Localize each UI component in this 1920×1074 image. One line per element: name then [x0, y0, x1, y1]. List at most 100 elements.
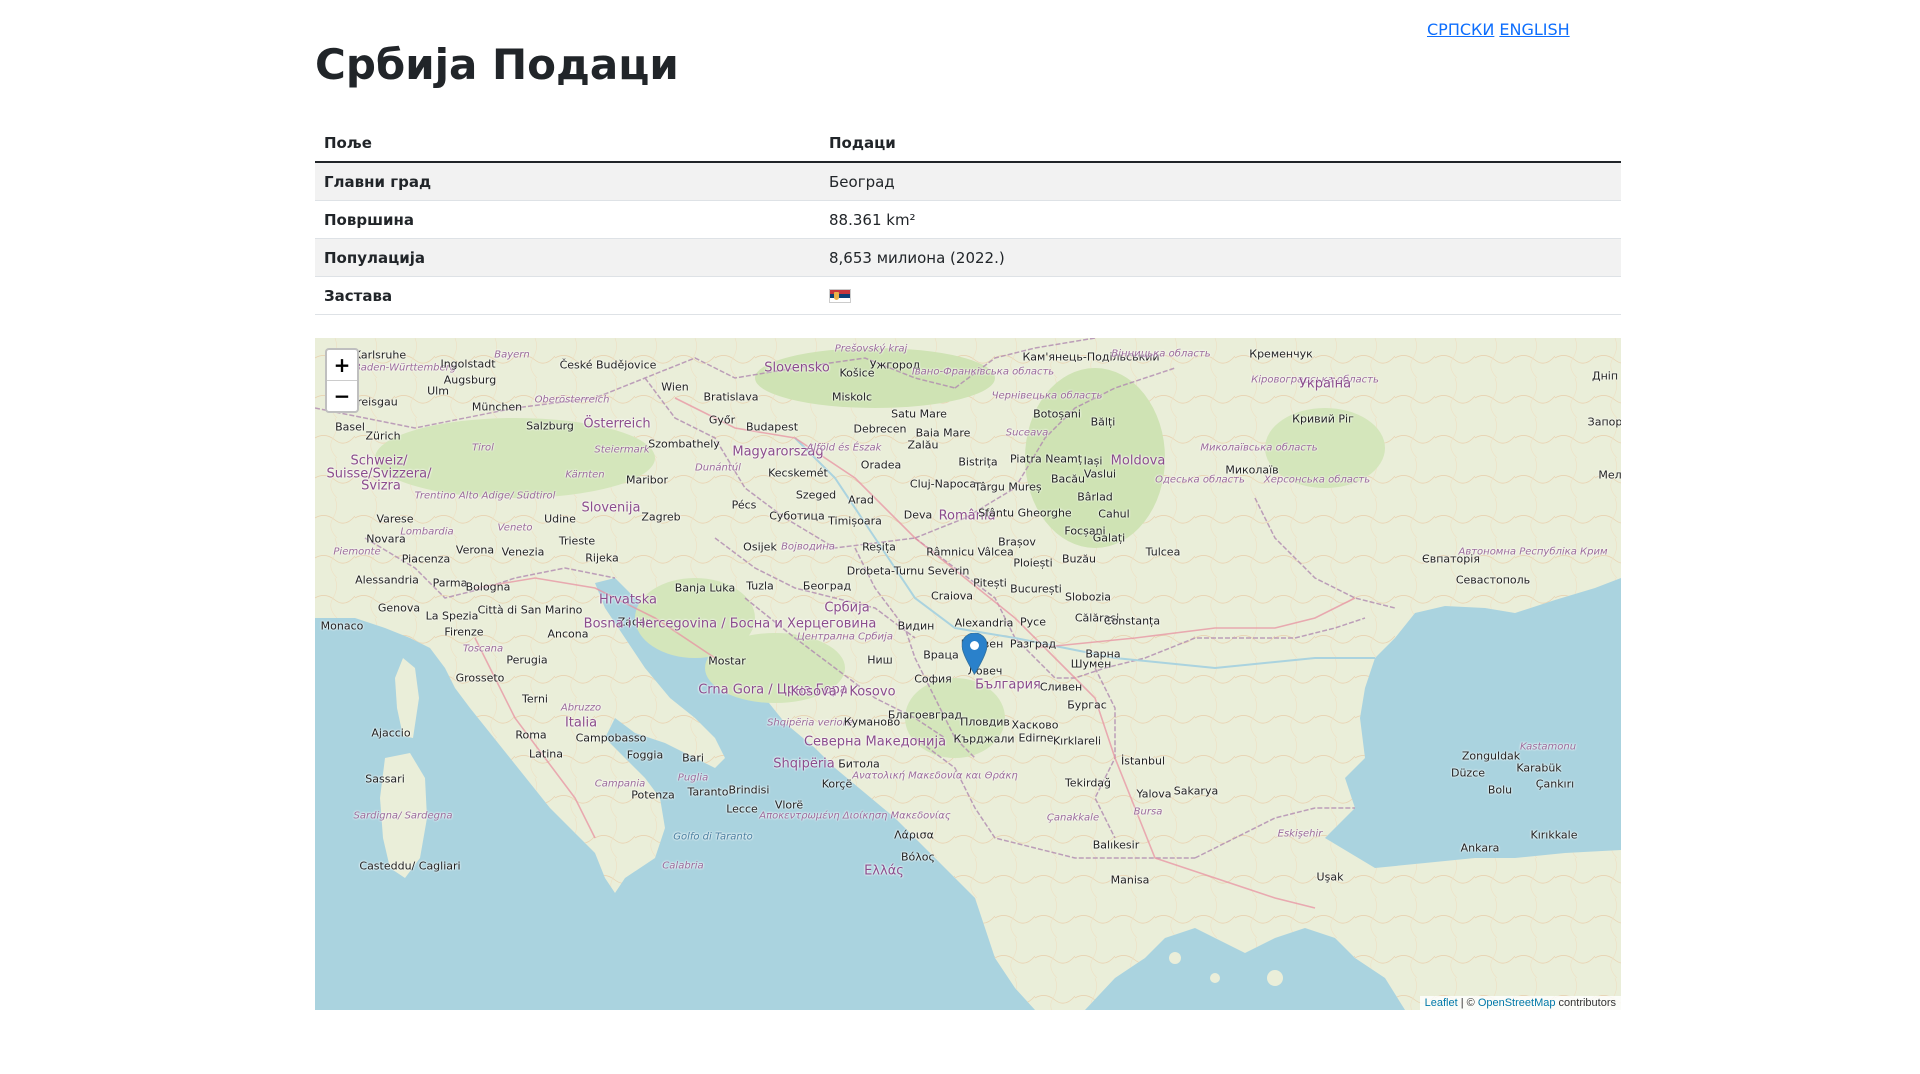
- map-label: Suceava: [1005, 427, 1049, 439]
- map-label: Kastamonu: [1519, 741, 1577, 753]
- map-label: Szeged: [795, 488, 837, 502]
- map-label: Latina: [529, 747, 563, 761]
- map-label: Враца: [923, 648, 959, 662]
- map-label: Івано-Франківська область: [911, 366, 1055, 378]
- map-label: Куманово: [843, 715, 901, 729]
- row-field-flag: Застава: [315, 276, 820, 315]
- map-label: Cluj-Napoca: [909, 477, 977, 491]
- map-label: Zalău: [907, 438, 939, 452]
- map-label: Novara: [366, 532, 406, 546]
- row-value-flag: [820, 276, 1621, 315]
- map-label: Foggia: [626, 748, 664, 762]
- lang-serbian-link[interactable]: СРПСКИ: [1427, 20, 1494, 39]
- map-label: Bari: [682, 751, 704, 765]
- map-label: Udine: [544, 512, 576, 526]
- map-label: Битола: [838, 757, 880, 771]
- header-data: Подаци: [820, 125, 1621, 163]
- map-label: Slovensko: [764, 360, 830, 376]
- map-label: Österreich: [583, 416, 651, 432]
- map-label: Mostar: [708, 654, 746, 668]
- map-label: Zürich: [365, 429, 401, 443]
- map-label: Karabük: [1516, 761, 1562, 775]
- map-label: Tekirdağ: [1064, 776, 1112, 790]
- map-label: Sakarya: [1173, 784, 1219, 798]
- map[interactable]: Karlsruhe Baden-Württemberg Ingolstadt B…: [315, 338, 1621, 1010]
- map-label: Lecce: [726, 802, 758, 816]
- map-label: България: [975, 677, 1041, 693]
- map-label: Bosna i Hercegovina / Босна и Херцеговин…: [583, 616, 877, 632]
- map-label: Євпаторія: [1422, 552, 1480, 566]
- map-label: Чернівецька область: [991, 390, 1103, 402]
- map-label: Ancona: [547, 627, 589, 641]
- map-label: Kırklareli: [1052, 734, 1102, 748]
- map-label: Banja Luka: [674, 581, 736, 595]
- map-label: Централна Србија: [797, 631, 893, 643]
- map-label: Constanța: [1103, 614, 1161, 628]
- map-label: Steiermark: [594, 444, 650, 456]
- row-value-capital: Београд: [820, 162, 1621, 201]
- map-label: Ingolstadt: [440, 357, 496, 371]
- map-label: Timișoara: [828, 514, 882, 528]
- map-label: Kecskemét: [768, 466, 828, 480]
- map-label: Alessandria: [355, 573, 419, 587]
- table-row: Застава: [315, 276, 1621, 315]
- map-label: Düzce: [1450, 766, 1486, 780]
- table-row: Површина 88.361 km²: [315, 200, 1621, 239]
- map-label: Yalova: [1136, 787, 1172, 801]
- map-label: Ελλάς: [864, 863, 904, 879]
- map-label: La Spezia: [425, 609, 479, 623]
- map-label: Одеська область: [1155, 474, 1245, 486]
- map-label: Автономна Республіка Крим: [1458, 546, 1608, 558]
- map-label: Veneto: [497, 522, 533, 534]
- map-label: Moldova: [1110, 453, 1166, 469]
- map-label: Вінницька область: [1111, 348, 1211, 360]
- map-label: Bolu: [1487, 783, 1513, 797]
- map-label: München: [471, 400, 523, 414]
- osm-link[interactable]: OpenStreetMap: [1478, 997, 1556, 1009]
- header-field: Поље: [315, 125, 820, 163]
- lang-english-link[interactable]: ENGLISH: [1499, 20, 1569, 39]
- attribution-separator: | ©: [1457, 997, 1478, 1009]
- map-label: Shqipëria: [773, 756, 835, 772]
- map-label: Osijek: [743, 540, 777, 554]
- map-label: Bârlad: [1077, 490, 1113, 504]
- map-label: Мел: [1598, 468, 1621, 482]
- map-label: Ulm: [427, 384, 449, 398]
- map-label: Calabria: [662, 860, 704, 872]
- zoom-out-button[interactable]: −: [327, 380, 357, 411]
- map-label: Galați: [1092, 531, 1126, 545]
- map-label: Rijeka: [585, 551, 619, 565]
- map-label: Београд: [802, 579, 852, 593]
- map-label: Brașov: [998, 535, 1036, 549]
- map-label: Drobeta-Turnu Severin: [846, 564, 970, 578]
- map-label: Tulcea: [1145, 545, 1181, 559]
- map-label: Debrecen: [853, 422, 907, 436]
- map-label: Hrvatska: [599, 592, 657, 608]
- map-label: Bursa: [1133, 806, 1163, 818]
- map-label: Bacău: [1050, 472, 1086, 486]
- map-label: Pécs: [731, 498, 757, 512]
- map-label: Lombardia: [400, 526, 454, 538]
- map-label: Србија: [824, 600, 870, 616]
- map-label: Abruzzo: [560, 702, 602, 714]
- map-label: Kosova / Kosovo: [790, 684, 896, 700]
- map-label: Суботица: [769, 509, 825, 523]
- map-label: Бургас: [1067, 698, 1107, 712]
- map-label: București: [1010, 582, 1062, 596]
- map-label: Verona: [455, 543, 495, 557]
- map-label: Sassari: [365, 772, 405, 786]
- map-label: Arad: [848, 493, 874, 507]
- zoom-in-button[interactable]: +: [327, 350, 357, 380]
- leaflet-link[interactable]: Leaflet: [1425, 997, 1458, 1009]
- map-label: Разград: [1009, 637, 1057, 651]
- map-label: Maribor: [625, 473, 669, 487]
- map-label: Manisa: [1110, 873, 1150, 887]
- map-label: Târgu Mureș: [974, 480, 1042, 494]
- map-label: Budapest: [745, 420, 799, 434]
- location-marker-icon[interactable]: [962, 633, 987, 674]
- table-row: Главни град Београд: [315, 162, 1621, 201]
- map-label: Україна: [1298, 376, 1352, 392]
- map-label: Tirol: [472, 442, 494, 454]
- map-label: Trieste: [558, 534, 596, 548]
- map-label: Reșița: [862, 540, 896, 554]
